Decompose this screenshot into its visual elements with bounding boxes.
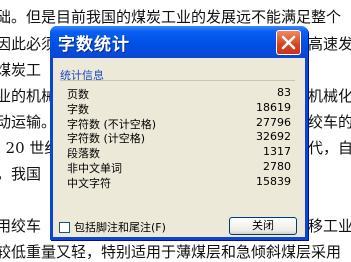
stat-label: 中文字符 (67, 176, 111, 190)
stat-label: 页数 (67, 88, 89, 101)
stat-row-words: 字数 18619 (67, 101, 291, 116)
stat-value: 18619 (256, 100, 291, 114)
document-line: 机械化。 (308, 87, 351, 105)
document-line: 代，自 (308, 139, 351, 157)
document-line: 高速发 (308, 35, 351, 53)
stat-value: 15839 (256, 174, 291, 188)
title-close-button[interactable] (276, 30, 301, 55)
stat-label: 字符数 (计空格) (67, 132, 146, 146)
close-icon (281, 35, 296, 50)
document-line: ，我国 (0, 165, 42, 183)
stat-value: 27796 (256, 115, 291, 129)
dialog-content: 统计信息 页数 83 字数 18619 字符数 (不计空格) 27796 字符数… (53, 58, 305, 237)
stat-label: 字数 (67, 102, 89, 116)
stat-value: 83 (277, 86, 291, 99)
document-line: 较低重量又轻，特别适用于薄煤层和急倾斜煤层采用 (0, 243, 342, 261)
stat-label: 非中文单词 (67, 161, 122, 175)
dialog-title: 字数统计 (58, 35, 130, 55)
include-footnotes-label: 包括脚注和尾注(F) (74, 221, 166, 234)
document-line: 业的机械 (0, 87, 57, 105)
stat-label: 段落数 (67, 147, 100, 161)
document-line: 煤炭工 (0, 61, 42, 79)
stat-row-chinese-characters: 中文字符 15839 (67, 175, 291, 190)
document-line: 用绞车 (0, 217, 42, 235)
close-button[interactable]: 关闭 (229, 217, 297, 235)
statistics-list: 页数 83 字数 18619 字符数 (不计空格) 27796 字符数 (计空格… (67, 86, 291, 190)
document-line: 因此必须 (0, 35, 57, 53)
group-divider (60, 80, 295, 81)
document-line: 移工业 (308, 217, 351, 235)
word-count-dialog: 字数统计 统计信息 页数 83 字数 18619 字符数 (不计空格) 2779… (50, 26, 308, 240)
stat-row-non-chinese-words: 非中文单词 2780 (67, 160, 291, 175)
include-footnotes-checkbox[interactable] (59, 222, 70, 233)
stat-label: 字符数 (不计空格) (67, 117, 157, 131)
dialog-title-bar[interactable]: 字数统计 (50, 26, 308, 58)
document-line: 绞车的 (308, 113, 351, 131)
stat-value: 1317 (263, 145, 291, 159)
document-line: 动运输。 (0, 113, 57, 131)
stat-row-characters-with-spaces: 字符数 (计空格) 32692 (67, 130, 291, 145)
include-footnotes-option[interactable]: 包括脚注和尾注(F) (59, 219, 166, 235)
stat-row-characters-no-spaces: 字符数 (不计空格) 27796 (67, 116, 291, 131)
stat-value: 2780 (263, 159, 291, 173)
stat-row-paragraphs: 段落数 1317 (67, 145, 291, 160)
document-line: 础。但是目前我国的煤炭工业的发展远不能满足整个 (0, 8, 342, 26)
stat-row-pages: 页数 83 (67, 86, 291, 101)
stat-value: 32692 (256, 130, 291, 144)
